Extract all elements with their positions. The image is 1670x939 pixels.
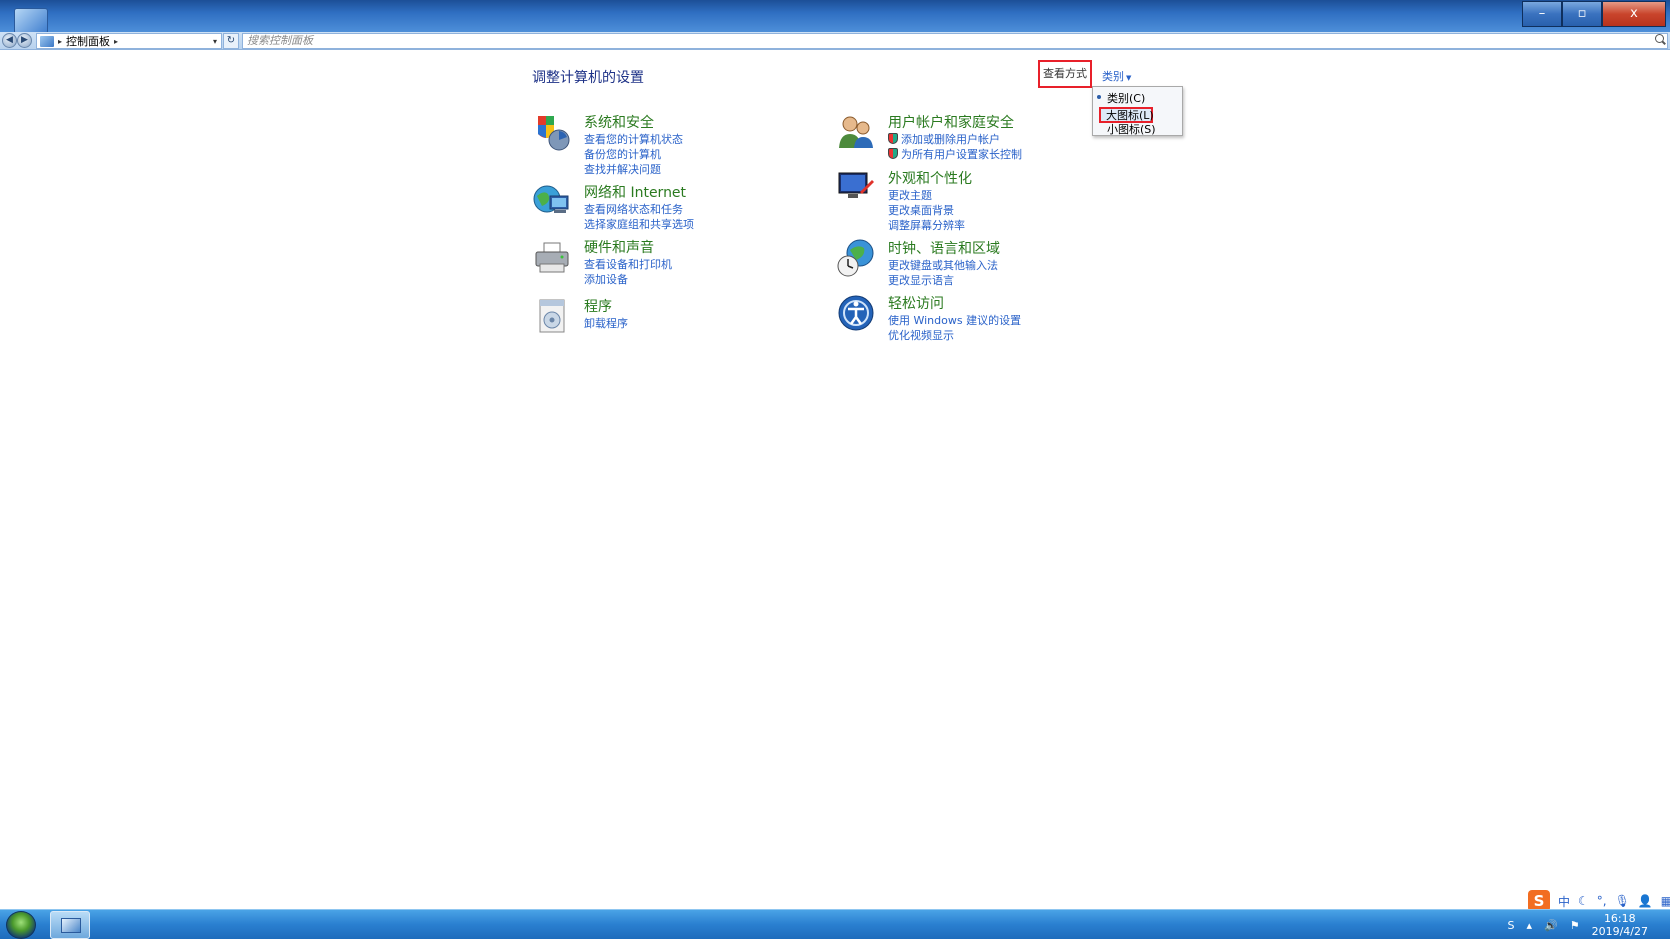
control-panel-icon: [14, 8, 48, 34]
moon-icon[interactable]: ☾: [1578, 894, 1589, 908]
link-windows-recommend[interactable]: 使用 Windows 建议的设置: [888, 312, 1021, 328]
address-bar: ◀ ▶ ▸ 控制面板 ▸ ▾ ↻ 搜索控制面板: [0, 32, 1670, 50]
users-icon: [839, 116, 873, 148]
shield-pc-icon: [538, 116, 570, 151]
forward-button[interactable]: ▶: [17, 33, 32, 48]
window-controls: – ▫ x: [1522, 1, 1666, 27]
link-display-language[interactable]: 更改显示语言: [888, 272, 954, 288]
category-title[interactable]: 系统和安全: [584, 112, 654, 132]
ime-mode[interactable]: 中: [1558, 893, 1570, 910]
page-title: 调整计算机的设置: [532, 70, 644, 86]
chevron-right-icon[interactable]: ▸: [114, 37, 118, 46]
search-input[interactable]: 搜索控制面板: [242, 33, 1668, 49]
link-desktop-background[interactable]: 更改桌面背景: [888, 202, 954, 218]
refresh-button[interactable]: ↻: [223, 33, 239, 49]
menu-item-category[interactable]: 类别(C): [1107, 90, 1145, 106]
link-parental-controls[interactable]: 为所有用户设置家长控制: [888, 146, 1022, 162]
category-title[interactable]: 时钟、语言和区域: [888, 238, 1000, 258]
control-panel-window: – ▫ x ◀ ▶ ▸ 控制面板 ▸ ▾ ↻ 搜索控制面板 调整计算机的设置 查…: [0, 0, 1670, 939]
uac-shield-icon: [888, 133, 898, 144]
category-title[interactable]: 网络和 Internet: [584, 182, 686, 202]
category-title[interactable]: 程序: [584, 296, 612, 316]
network-flag-icon[interactable]: ⚑: [1570, 919, 1580, 932]
view-by-label: 查看方式: [1038, 60, 1092, 88]
link-add-remove-accounts[interactable]: 添加或删除用户帐户: [888, 131, 1000, 147]
clock-time: 16:18: [1603, 912, 1636, 925]
link-devices-printers[interactable]: 查看设备和打印机: [584, 256, 672, 272]
link-troubleshoot[interactable]: 查找并解决问题: [584, 161, 661, 177]
link-add-device[interactable]: 添加设备: [584, 271, 628, 287]
system-tray: S ▴ 🔊 ⚑ 16:18 2019/4/27: [1508, 910, 1670, 939]
clock[interactable]: 16:18 2019/4/27: [1592, 912, 1648, 938]
programs-icon: [539, 299, 565, 333]
volume-icon[interactable]: 🔊: [1544, 919, 1558, 932]
appearance-icon: [838, 172, 874, 198]
menu-item-small-icons[interactable]: 小图标(S): [1107, 121, 1156, 137]
clock-date: 2019/4/27: [1591, 925, 1648, 938]
minimize-button[interactable]: –: [1522, 1, 1562, 27]
network-globe-icon: [533, 185, 569, 213]
printer-icon: [535, 242, 569, 273]
ease-of-access-icon: [838, 295, 874, 331]
start-button[interactable]: [6, 911, 36, 939]
back-button[interactable]: ◀: [2, 33, 17, 48]
link-optimize-display[interactable]: 优化视频显示: [888, 327, 954, 343]
category-title[interactable]: 轻松访问: [888, 293, 944, 313]
close-button[interactable]: x: [1602, 1, 1666, 27]
breadcrumb-control-panel[interactable]: 控制面板: [66, 33, 110, 49]
radio-selected-icon: [1097, 95, 1101, 99]
link-keyboard-input[interactable]: 更改键盘或其他输入法: [888, 257, 998, 273]
view-by-menu: 类别(C) 大图标(L) 小图标(S): [1092, 86, 1183, 136]
microphone-icon[interactable]: 🎙: [1615, 894, 1630, 908]
view-by-dropdown[interactable]: 类别 ▼: [1102, 68, 1131, 84]
control-panel-icon: [61, 918, 81, 933]
restore-button[interactable]: ▫: [1562, 1, 1602, 27]
link-screen-resolution[interactable]: 调整屏幕分辨率: [888, 217, 965, 233]
title-bar: – ▫ x: [0, 0, 1670, 34]
category-title[interactable]: 硬件和声音: [584, 237, 654, 257]
chevron-down-icon[interactable]: ▼: [1126, 74, 1131, 82]
clock-globe-icon: [837, 239, 874, 277]
chevron-down-icon[interactable]: ▾: [213, 37, 217, 46]
link-uninstall-program[interactable]: 卸载程序: [584, 315, 628, 331]
search-icon[interactable]: [1655, 34, 1664, 43]
grid-icon[interactable]: ▦: [1661, 894, 1670, 908]
link-change-theme[interactable]: 更改主题: [888, 187, 932, 203]
user-icon[interactable]: 👤: [1638, 894, 1653, 908]
link-backup-computer[interactable]: 备份您的计算机: [584, 146, 661, 162]
sogou-tray-icon[interactable]: S: [1508, 919, 1515, 932]
uac-shield-icon: [888, 148, 898, 159]
category-title[interactable]: 用户帐户和家庭安全: [888, 112, 1014, 132]
link-view-computer-status[interactable]: 查看您的计算机状态: [584, 131, 683, 147]
link-homegroup-sharing[interactable]: 选择家庭组和共享选项: [584, 216, 694, 232]
taskbar-control-panel[interactable]: [50, 911, 90, 939]
taskbar: S ▴ 🔊 ⚑ 16:18 2019/4/27: [0, 909, 1670, 939]
chevron-up-icon[interactable]: ▴: [1526, 919, 1532, 932]
link-view-network-status[interactable]: 查看网络状态和任务: [584, 201, 683, 217]
breadcrumb[interactable]: ▸ 控制面板 ▸ ▾: [36, 33, 222, 49]
chevron-right-icon[interactable]: ▸: [58, 37, 62, 46]
punctuation-icon[interactable]: °,: [1597, 894, 1607, 908]
control-panel-icon: [40, 35, 54, 47]
category-title[interactable]: 外观和个性化: [888, 168, 972, 188]
view-by-value[interactable]: 类别: [1102, 70, 1124, 83]
